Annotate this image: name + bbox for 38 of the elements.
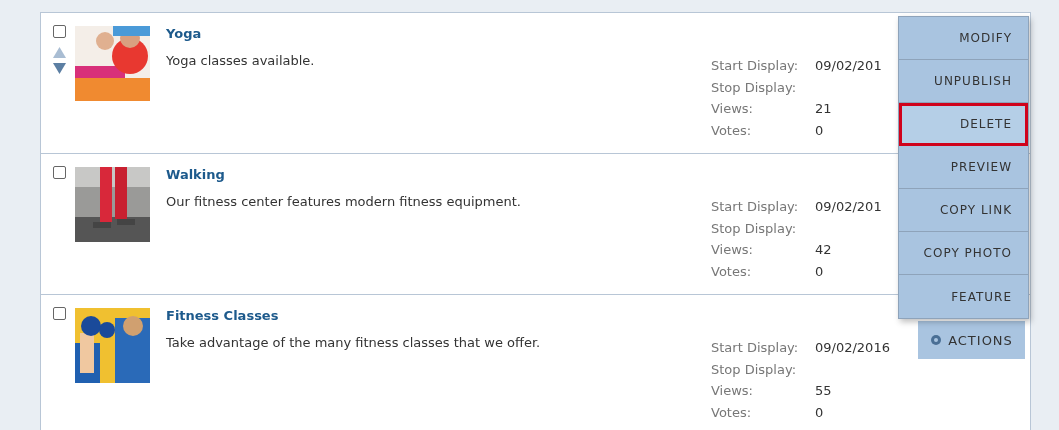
stat-label: Votes:	[711, 121, 753, 140]
stat-label: Views:	[711, 241, 754, 259]
menu-item[interactable]: DELETE	[899, 103, 1028, 146]
stat-label: Stop Display:	[711, 219, 798, 238]
stat-value: 0	[815, 121, 824, 140]
actions-button[interactable]: ACTIONS	[918, 321, 1025, 359]
move-down-icon[interactable]	[52, 63, 66, 74]
stat-value: 42	[815, 241, 832, 259]
stat-label: Views:	[711, 100, 754, 118]
checkbox[interactable]	[52, 25, 66, 38]
stat-value: 09/02/2016	[815, 339, 890, 357]
stat-value: 0	[815, 262, 824, 281]
menu-item[interactable]: MODIFY	[899, 17, 1028, 60]
menu-item[interactable]: PREVIEW	[899, 146, 1028, 189]
item-title[interactable]: Fitness Classes	[166, 308, 711, 323]
stat-label: Votes:	[711, 262, 753, 281]
stat-value: 55	[815, 382, 832, 400]
checkbox[interactable]	[52, 166, 66, 179]
stat-label: Stop Display:	[711, 360, 798, 379]
stat-label: Start Display:	[711, 57, 800, 75]
menu-item[interactable]: FEATURE	[899, 275, 1028, 318]
stat-label: Votes:	[711, 403, 753, 422]
stat-label: Start Display:	[711, 339, 800, 357]
stat-label: Start Display:	[711, 198, 800, 216]
item-description: Our fitness center features modern fitness equipment.	[166, 194, 522, 209]
item-description: Yoga classes available.	[166, 53, 316, 68]
stat-value: 21	[815, 100, 832, 118]
menu-item[interactable]: COPY LINK	[899, 189, 1028, 232]
checkbox[interactable]	[52, 307, 66, 320]
item-title[interactable]: Yoga	[166, 26, 711, 41]
stat-value: 09/02/201	[815, 198, 882, 216]
stat-value: 09/02/201	[815, 57, 882, 75]
stat-value: 0	[815, 403, 824, 422]
item-title[interactable]: Walking	[166, 167, 711, 182]
stat-label: Views:	[711, 382, 754, 400]
menu-item[interactable]: COPY PHOTO	[899, 232, 1028, 275]
item-description: Take advantage of the many fitness classes that we offer.	[166, 335, 542, 350]
stat-label: Stop Display:	[711, 78, 798, 97]
